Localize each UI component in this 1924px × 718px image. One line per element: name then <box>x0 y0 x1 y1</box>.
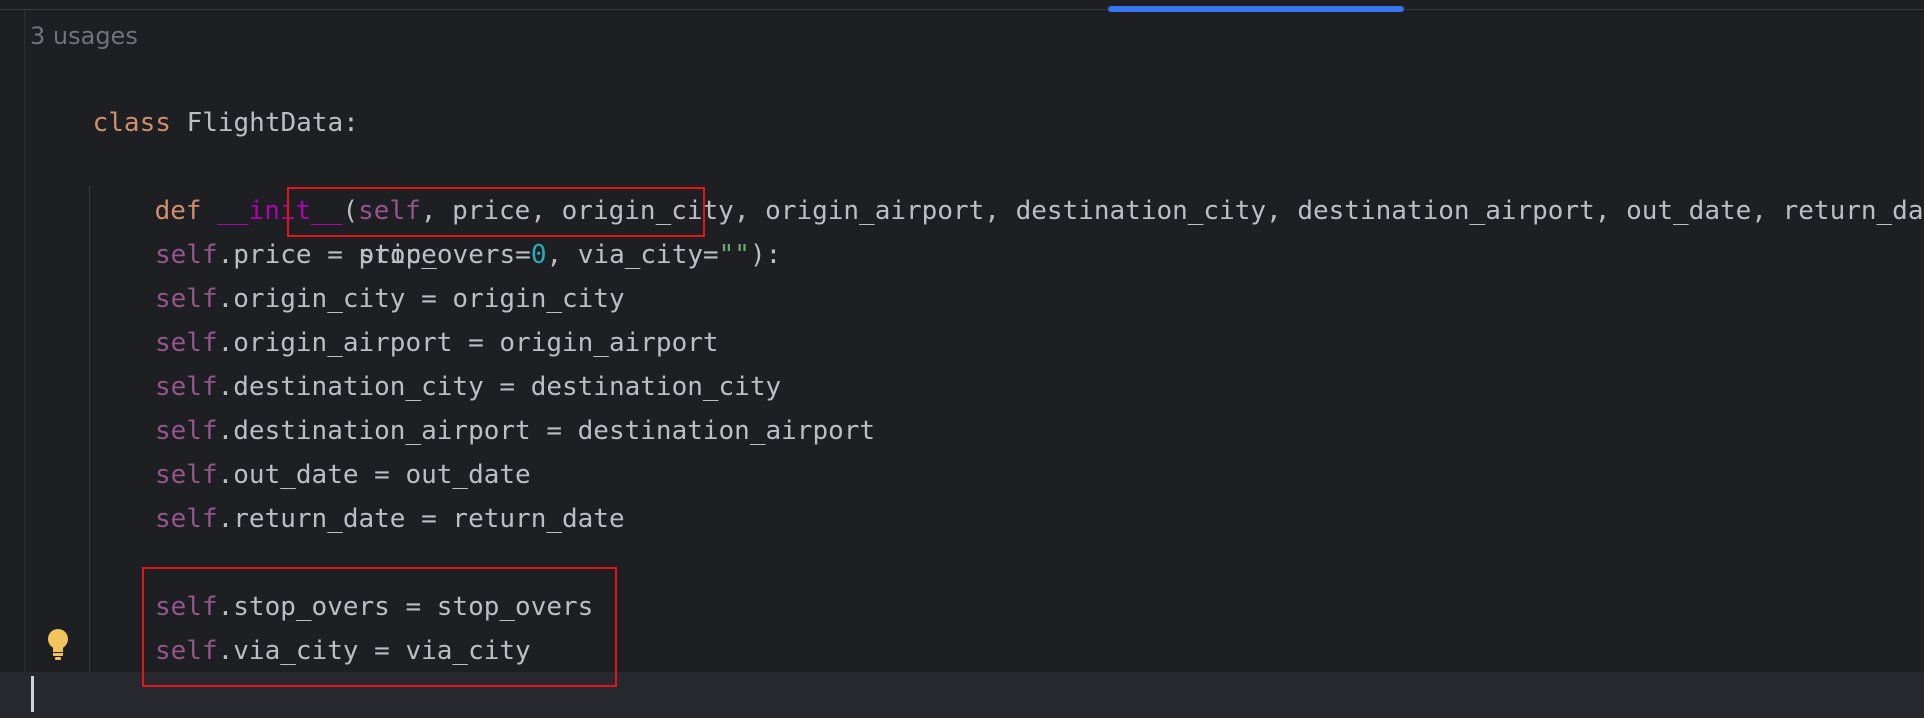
indent-guide <box>89 186 90 718</box>
self-keyword: self <box>155 328 218 358</box>
assignment-text: .origin_airport = origin_airport <box>217 328 719 358</box>
keyword-class: class <box>92 108 171 138</box>
self-keyword: self <box>155 460 218 490</box>
assignment-text: .return_date = return_date <box>217 504 625 534</box>
editor-top-border <box>0 9 1924 10</box>
code-line-assignment[interactable]: self.origin_city = origin_city <box>155 277 625 321</box>
lightbulb-icon[interactable] <box>46 628 70 662</box>
gutter-separator <box>24 10 25 718</box>
assignment-text: .destination_airport = destination_airpo… <box>217 416 876 446</box>
colon: : <box>343 108 359 138</box>
self-keyword: self <box>155 284 218 314</box>
code-line-assignment[interactable]: self.destination_city = destination_city <box>155 365 781 409</box>
self-keyword: self <box>155 372 218 402</box>
code-editor[interactable]: 3 usages class FlightData: def __init__(… <box>0 0 1924 718</box>
annotation-box-params <box>287 187 705 237</box>
keyword-def: def <box>154 196 202 226</box>
code-line-assignment[interactable]: self.destination_airport = destination_a… <box>155 409 875 453</box>
code-line-assignment[interactable]: self.price = price <box>155 233 437 277</box>
self-keyword: self <box>155 504 218 534</box>
string-literal: "" <box>718 240 750 270</box>
number-literal: 0 <box>530 240 547 270</box>
annotation-box-assignments <box>142 567 617 687</box>
usages-hint[interactable]: 3 usages <box>30 14 138 58</box>
code-line-assignment[interactable]: self.return_date = return_date <box>155 497 625 541</box>
assignment-text: .destination_city = destination_city <box>217 372 782 402</box>
close-paren: ) <box>749 240 766 270</box>
code-line-def[interactable]: def __init__(self, price, origin_city, o… <box>92 145 1924 226</box>
assignment-text: .origin_city = origin_city <box>217 284 625 314</box>
self-keyword: self <box>155 240 218 270</box>
horizontal-scroll-thumb[interactable] <box>1108 6 1404 12</box>
code-line-class[interactable]: class FlightData: <box>30 57 359 138</box>
class-name: FlightData <box>186 108 344 138</box>
assignment-text: .out_date = out_date <box>217 460 531 490</box>
colon: : <box>765 240 782 270</box>
text-caret <box>31 676 34 712</box>
assignment-text: .price = price <box>217 240 437 270</box>
self-keyword: self <box>155 416 218 446</box>
param-sep: , via_city= <box>546 240 719 270</box>
code-line-assignment[interactable]: self.out_date = out_date <box>155 453 531 497</box>
code-line-assignment[interactable]: self.origin_airport = origin_airport <box>155 321 719 365</box>
